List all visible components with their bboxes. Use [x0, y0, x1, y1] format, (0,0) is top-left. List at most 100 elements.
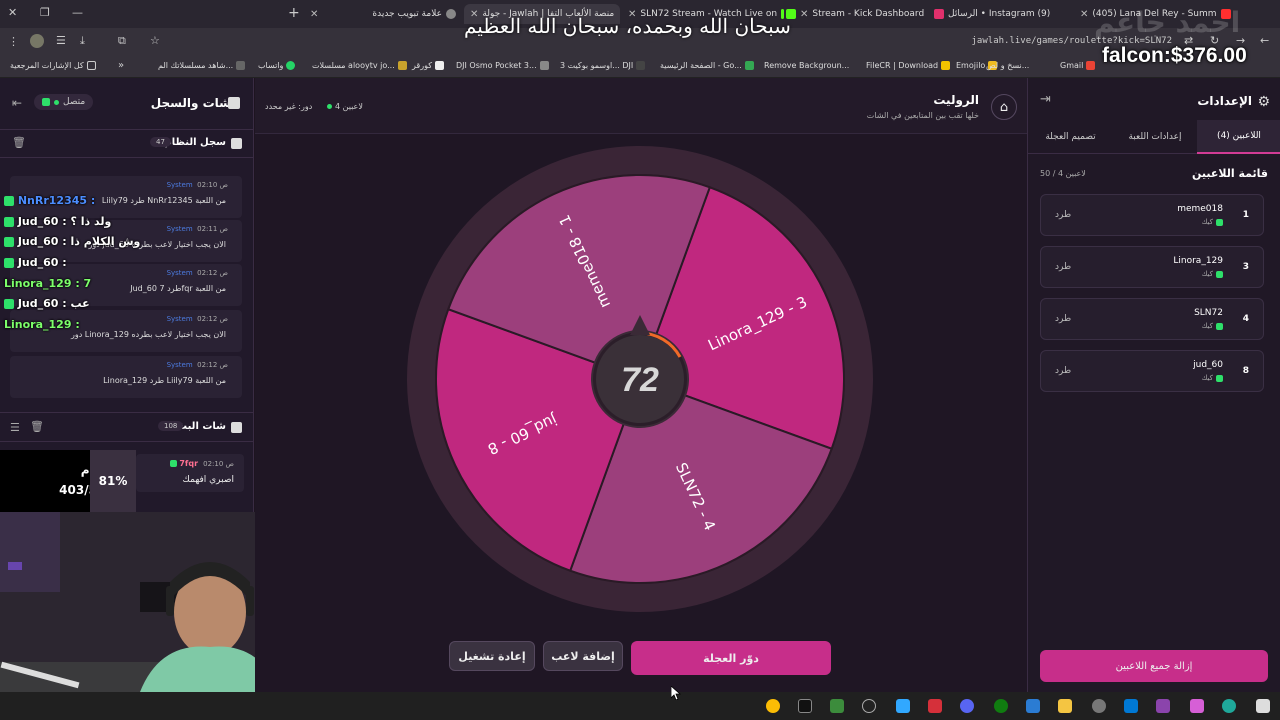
- tab-kick-dashboard[interactable]: ✕ Stream - Kick Dashboard: [786, 4, 932, 24]
- bookmark-shahid[interactable]: شاهد مسلسلاتك الم...: [158, 61, 246, 70]
- outlook-icon[interactable]: [1124, 699, 1138, 713]
- remove-all-players-button[interactable]: إزالة جميع اللاعبين: [1040, 650, 1268, 682]
- window-minimize-icon[interactable]: —: [72, 6, 83, 19]
- photoshop-icon[interactable]: [896, 699, 910, 713]
- file-explorer-icon[interactable]: [1058, 699, 1072, 713]
- kick-player-button[interactable]: طرد: [1055, 314, 1071, 324]
- bookmark-filecr[interactable]: FileCR | Download: [866, 61, 951, 70]
- bookmark-whatsapp[interactable]: واتساب: [258, 61, 296, 70]
- bookmarks-overflow-icon[interactable]: »: [118, 60, 124, 71]
- player-name: SLN72: [1194, 308, 1223, 318]
- kick-icon: [1216, 218, 1223, 226]
- kick-icon: [1216, 374, 1223, 382]
- kick-player-button[interactable]: طرد: [1055, 366, 1071, 376]
- edge-icon[interactable]: [1222, 699, 1236, 713]
- message-text: دور Linora_129 الان يجب اختيار لاعب بطرد…: [70, 330, 226, 339]
- player-platform: كيك: [1202, 322, 1223, 330]
- discord-icon[interactable]: [960, 699, 974, 713]
- overlay-chat-line: Jud_60 : وش الكلام ذا: [4, 235, 140, 248]
- capcut-icon[interactable]: [928, 699, 942, 713]
- tab-game-settings[interactable]: إعدادات اللعبة: [1113, 120, 1197, 154]
- dji-icon: [539, 61, 549, 70]
- sliders-icon[interactable]: ☰: [56, 34, 66, 47]
- overlay-chat-line: NnRr12345 :: [4, 194, 95, 207]
- bookmark-dji-osmo-ar[interactable]: اوسمو بوكيت 3... DJI: [560, 61, 646, 70]
- message-text: اصبري افهمك: [182, 475, 234, 485]
- tab-title: Stream - Kick Dashboard: [812, 9, 925, 19]
- obs-icon[interactable]: [798, 699, 812, 713]
- close-tab-icon[interactable]: ✕: [310, 9, 318, 20]
- menu-dots-icon[interactable]: ⋮: [8, 35, 19, 48]
- kick-player-button[interactable]: طرد: [1055, 262, 1071, 272]
- bookmark-star-icon[interactable]: ☆: [150, 34, 160, 47]
- overlay-chat-line: Linora_129 : 7: [4, 277, 92, 290]
- window-restore-icon[interactable]: ❐: [40, 6, 50, 19]
- spin-wheel-button[interactable]: دوّر العجلة: [631, 641, 831, 675]
- chrome-icon[interactable]: [766, 699, 780, 713]
- status-text: متصل: [63, 97, 86, 107]
- close-tab-icon[interactable]: ✕: [1080, 9, 1088, 20]
- overlay-chat-line: Jud_60 : عب: [4, 297, 90, 310]
- player-card: 3 Linora_129 كيك طرد: [1040, 246, 1264, 288]
- players-count-badge: 4 لاعبين: [327, 102, 363, 111]
- bookmark-remove-bg[interactable]: Remove Backgroun...: [764, 61, 849, 70]
- kick-icon: [4, 237, 14, 247]
- download-icon[interactable]: ⤓: [80, 34, 85, 48]
- start-icon[interactable]: [1256, 699, 1270, 713]
- stream-chat-title: شات البث: [177, 421, 226, 432]
- chat-panel-header: الشات والسجل متصل ⇤: [0, 78, 254, 130]
- bookmark-alooytv[interactable]: مسلسلات alooytv jo...: [312, 61, 407, 70]
- message-text: Liily79 طرد NnRr12345 من اللعبة: [101, 196, 226, 205]
- bookmark-copy-paste[interactable]: نسخ و لص...: [986, 61, 1029, 70]
- system-log-header: سجل النظام 47 🗑: [0, 130, 254, 158]
- player-name: Linora_129: [1173, 256, 1223, 266]
- player-card: 8 jud_60 كيك طرد: [1040, 350, 1264, 392]
- stream-chat-header: شات البث 108 ☰ 🗑: [0, 412, 254, 442]
- player-name: meme018: [1177, 204, 1223, 214]
- steam-icon[interactable]: [862, 699, 876, 713]
- collapse-panel-icon[interactable]: ⇤: [12, 96, 22, 110]
- close-tab-icon[interactable]: ✕: [800, 9, 808, 20]
- store-icon[interactable]: [830, 699, 844, 713]
- bookmark-google-home[interactable]: الصفحة الرئيسية - Go...: [660, 61, 754, 70]
- settings-icon[interactable]: [1092, 699, 1106, 713]
- tab-wheel-design[interactable]: تصميم العجلة: [1028, 120, 1113, 154]
- instagram-icon: [934, 9, 944, 19]
- drive-icon: [744, 61, 754, 70]
- tab-instagram[interactable]: الرسائل • Instagram (9): [934, 4, 1080, 24]
- settings-tabs: اللاعبين (4) إعدادات اللعبة تصميم العجلة: [1028, 120, 1280, 154]
- xbox-icon[interactable]: [994, 699, 1008, 713]
- kick-icon: [4, 196, 14, 206]
- settings-title: الإعدادات: [1197, 94, 1252, 108]
- copilot-icon[interactable]: [1156, 699, 1170, 713]
- copilot-icon[interactable]: [1190, 699, 1204, 713]
- tab-players[interactable]: اللاعبين (4): [1197, 120, 1280, 154]
- home-icon[interactable]: ⌂: [991, 94, 1017, 120]
- player-card: 4 SLN72 كيك طرد: [1040, 298, 1264, 340]
- expand-panel-icon[interactable]: ⇥: [1040, 92, 1051, 107]
- system-message: System 02:12 ص دور Linora_129 الان يجب ا…: [10, 310, 242, 352]
- extensions-icon[interactable]: ⧉: [118, 34, 126, 48]
- restart-button[interactable]: إعادة تشغيل: [449, 641, 535, 671]
- new-tab-icon[interactable]: +: [288, 5, 300, 21]
- bookmark-dji-osmo[interactable]: DJI Osmo Pocket 3...: [456, 61, 549, 70]
- kick-icon: [4, 217, 14, 227]
- trash-icon[interactable]: 🗑: [30, 420, 44, 433]
- chat-icon: [228, 97, 240, 109]
- align-icon[interactable]: ☰: [10, 421, 20, 434]
- bookmark-korqr[interactable]: كورقر: [412, 61, 445, 70]
- page-subtitle: خلها تقب بين المتابعين في الشات: [866, 111, 979, 120]
- bookmark-all-bookmarks[interactable]: كل الإشارات المرجعية: [10, 61, 96, 70]
- add-player-button[interactable]: إضافة لاعب: [543, 641, 623, 671]
- trash-icon[interactable]: 🗑: [12, 136, 26, 149]
- app-icon[interactable]: [1026, 699, 1040, 713]
- roulette-wheel[interactable]: Linora_129 - 3SLN72 - 4jud_60 - 8meme018…: [405, 144, 875, 614]
- window-close-icon[interactable]: ✕: [8, 6, 17, 19]
- bookmark-gmail[interactable]: Gmail: [1060, 61, 1096, 70]
- profile-avatar[interactable]: [30, 34, 44, 48]
- kick-player-button[interactable]: طرد: [1055, 210, 1071, 220]
- back-icon[interactable]: ←: [1260, 34, 1269, 47]
- tab-new-tab[interactable]: ✕ علامة تبويب جديدة: [310, 4, 458, 24]
- kick-icon: [4, 258, 14, 268]
- player-platform: كيك: [1202, 270, 1223, 278]
